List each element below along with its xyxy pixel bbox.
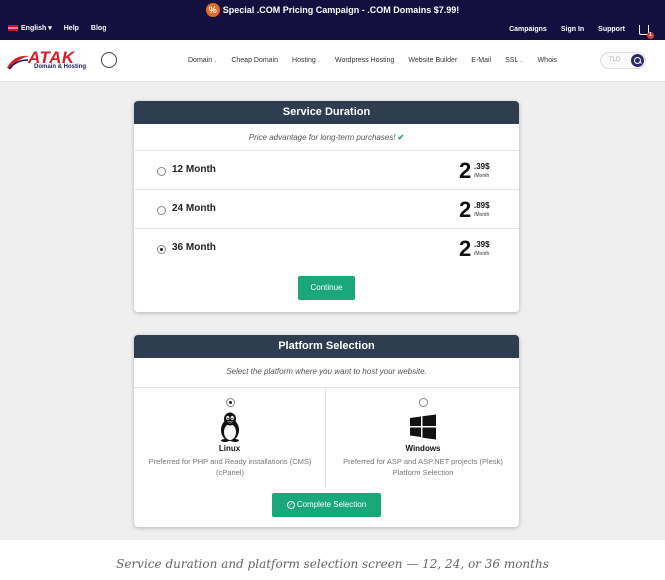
duration-option-12[interactable]: 12 Month 2 .39$ /Month (134, 151, 519, 190)
cart-icon[interactable]: 1 (639, 25, 654, 39)
nav-cheap-domain[interactable]: Cheap Domain (231, 57, 278, 64)
price-whole: 2 (459, 158, 472, 183)
platform-grid: Linux Preferred for PHP and Ready instal… (134, 387, 519, 488)
price-tag: 2 .39$ /Month (459, 237, 499, 263)
price-cents: .39$ (474, 162, 490, 171)
language-selector[interactable]: English ▾ (8, 24, 52, 32)
utility-right: Campaigns Sign In Support 1 (509, 24, 654, 39)
promo-banner[interactable]: % Special .COM Pricing Campaign - .COM Do… (0, 3, 665, 17)
service-duration-subtitle: Price advantage for long-term purchases!… (134, 124, 519, 151)
promo-text: Special .COM Pricing Campaign - .COM Dom… (222, 5, 460, 15)
tld-search-box[interactable]: TLD (600, 52, 646, 69)
help-link[interactable]: Help (64, 25, 79, 32)
search-input[interactable]: TLD (609, 57, 620, 63)
price-period: /Month (474, 173, 490, 179)
platform-selection-title: Platform Selection (134, 335, 519, 358)
nav-whois[interactable]: Whois (538, 57, 557, 64)
chevron-down-icon: ⌄ (519, 58, 524, 64)
price-tag: 2 .39$ /Month (459, 159, 499, 185)
price-cents: .89$ (474, 201, 490, 210)
search-icon[interactable] (631, 54, 644, 67)
radio-24-month[interactable] (157, 206, 166, 215)
nav-ssl[interactable]: SSL⌄ (505, 57, 523, 64)
duration-label: 24 Month (172, 203, 216, 214)
blog-link[interactable]: Blog (91, 25, 107, 32)
price-tag: 2 .89$ /Month (459, 198, 499, 224)
main-header: ATAK Domain & Hosting Domain⌄ Cheap Doma… (0, 40, 665, 82)
platform-description: Preferred for PHP and Ready installation… (148, 457, 312, 477)
windows-logo-icon (410, 414, 436, 440)
nav-website-builder[interactable]: Website Builder (408, 57, 457, 64)
atak-logo[interactable]: ATAK Domain & Hosting (6, 48, 117, 76)
price-period: /Month (474, 212, 490, 218)
duration-option-24[interactable]: 24 Month 2 .89$ /Month (134, 190, 519, 229)
nav-domain[interactable]: Domain⌄ (188, 57, 217, 64)
utility-left: English ▾ Help Blog (8, 24, 106, 32)
chevron-down-icon: ⌄ (316, 58, 321, 64)
platform-selection-card: Platform Selection Select the platform w… (134, 335, 519, 527)
price-period: /Month (474, 251, 490, 257)
campaigns-link[interactable]: Campaigns (509, 26, 547, 33)
price-cents: .39$ (474, 240, 490, 249)
logo-subtext: Domain & Hosting (34, 64, 86, 70)
chevron-down-icon: ⌄ (213, 58, 218, 64)
radio-linux[interactable] (226, 398, 235, 407)
cart-count-badge: 1 (647, 32, 654, 39)
duration-label: 36 Month (172, 242, 216, 253)
service-duration-title: Service Duration (134, 101, 519, 124)
platform-selection-subtitle: Select the platform where you want to ho… (226, 367, 427, 376)
price-whole: 2 (459, 236, 472, 261)
platform-option-windows[interactable]: Windows Preferred for ASP and ASP.NET pr… (327, 388, 519, 488)
radio-12-month[interactable] (157, 167, 166, 176)
support-link[interactable]: Support (598, 26, 625, 33)
price-whole: 2 (459, 197, 472, 222)
checkmark-icon: ✔ (397, 133, 405, 142)
uk-flag-icon (8, 25, 18, 32)
figure-caption: Service duration and platform selection … (116, 557, 549, 571)
logo-swoosh-icon (7, 55, 29, 70)
nav-hosting[interactable]: Hosting⌄ (292, 57, 321, 64)
service-duration-card: Service Duration Price advantage for lon… (134, 101, 519, 312)
nav-wordpress-hosting[interactable]: Wordpress Hosting (335, 57, 394, 64)
duration-label: 12 Month (172, 164, 216, 175)
platform-name: Windows (405, 444, 441, 453)
clock-icon (101, 52, 117, 68)
top-bar: % Special .COM Pricing Campaign - .COM Do… (0, 0, 665, 40)
complete-selection-button[interactable]: ✓ Complete Selection (272, 493, 381, 517)
linux-tux-icon (221, 412, 239, 442)
language-label: English (21, 25, 47, 32)
check-circle-icon: ✓ (286, 500, 295, 509)
platform-description: Preferred for ASP and ASP.NET projects (… (343, 457, 503, 477)
percent-badge-icon: % (205, 3, 220, 17)
duration-option-36[interactable]: 36 Month 2 .39$ /Month (134, 229, 519, 268)
radio-36-month[interactable] (157, 245, 166, 254)
continue-button[interactable]: Continue (298, 276, 355, 300)
radio-windows[interactable] (419, 398, 428, 407)
chevron-down-icon: ▾ (48, 25, 52, 32)
main-nav: Domain⌄ Cheap Domain Hosting⌄ Wordpress … (188, 57, 557, 64)
sign-in-link[interactable]: Sign In (561, 26, 584, 33)
platform-name: Linux (218, 444, 241, 453)
platform-option-linux[interactable]: Linux Preferred for PHP and Ready instal… (134, 388, 326, 488)
nav-email[interactable]: E-Mail (471, 57, 491, 64)
